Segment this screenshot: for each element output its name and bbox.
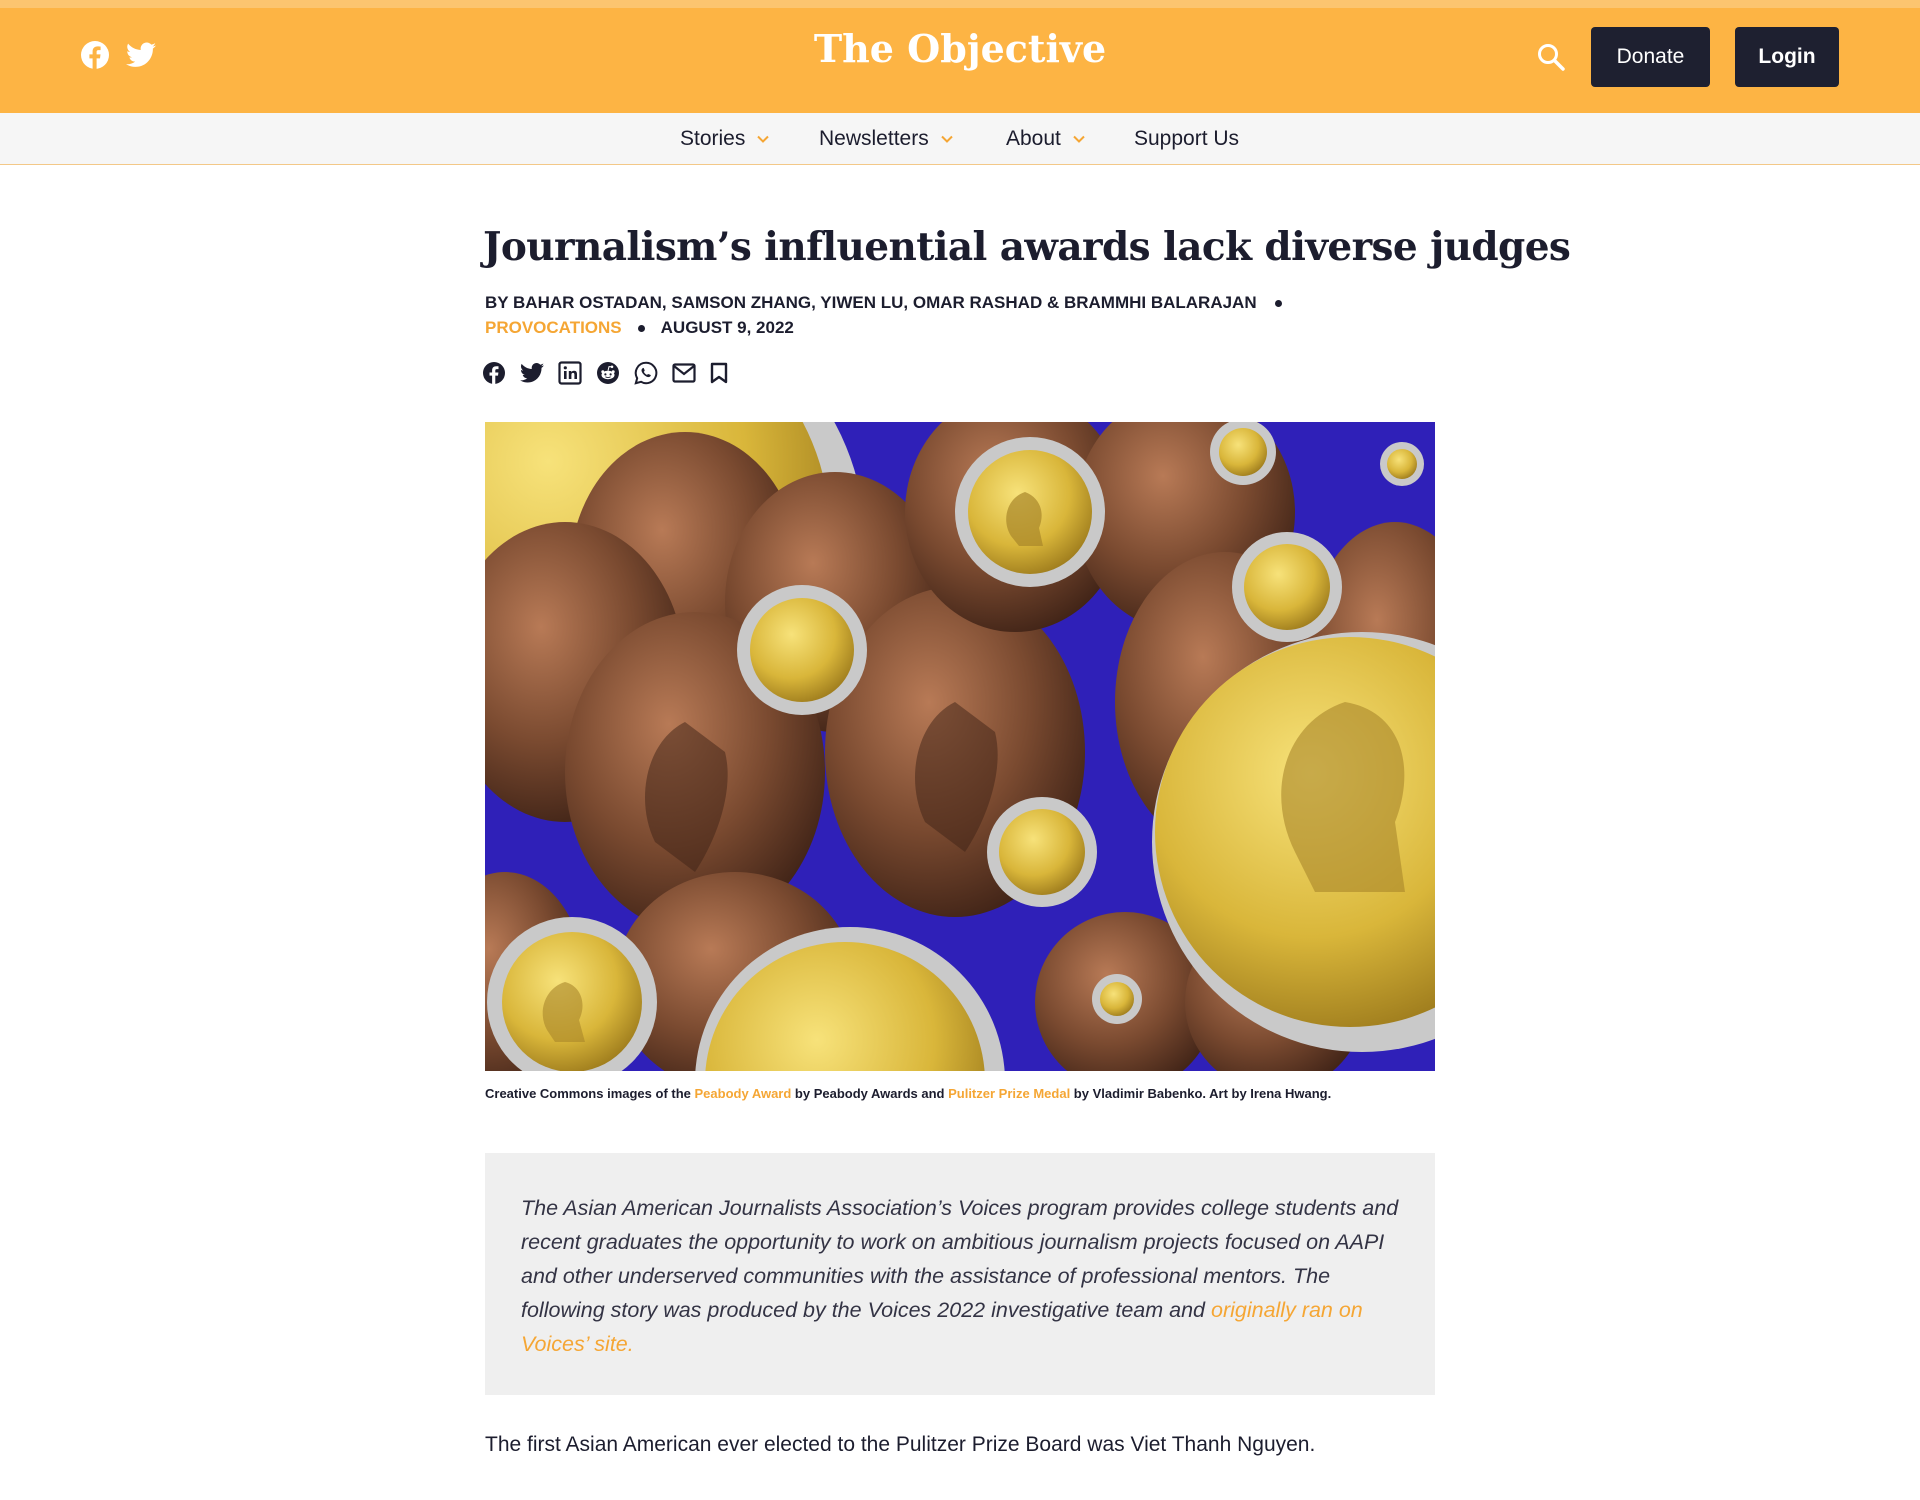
reddit-icon[interactable]	[596, 361, 620, 385]
nav-item-label: Newsletters	[819, 127, 929, 150]
chevron-down-icon	[1073, 135, 1085, 143]
donate-button[interactable]: Donate	[1591, 27, 1710, 87]
main-nav: Stories Newsletters About Support Us	[0, 113, 1920, 165]
byline-authors: BY BAHAR OSTADAN, SAMSON ZHANG, YIWEN LU…	[485, 293, 1257, 312]
facebook-icon[interactable]	[482, 361, 506, 385]
image-caption: Creative Commons images of the Peabody A…	[485, 1086, 1331, 1101]
whatsapp-icon[interactable]	[634, 361, 658, 385]
login-button[interactable]: Login	[1735, 27, 1839, 87]
nav-item-label: About	[1006, 127, 1061, 150]
separator-dot	[1275, 300, 1283, 308]
separator-dot	[637, 324, 645, 332]
nav-item-label: Stories	[680, 127, 746, 150]
article-title: Journalism’s influential awards lack div…	[483, 224, 1571, 270]
article-paragraph: The first Asian American ever elected to…	[485, 1433, 1316, 1456]
share-bar	[482, 361, 728, 385]
caption-text: by Peabody Awards and	[791, 1086, 949, 1101]
linkedin-icon[interactable]	[558, 361, 582, 385]
bookmark-icon[interactable]	[710, 362, 728, 384]
nav-item-newsletters[interactable]: Newsletters	[819, 127, 953, 151]
caption-text: Creative Commons images of the	[485, 1086, 695, 1101]
publish-date: AUGUST 9, 2022	[660, 318, 794, 337]
site-header: The Objective Donate Login	[0, 0, 1920, 113]
email-icon[interactable]	[672, 363, 696, 383]
pulitzer-medal-link[interactable]: Pulitzer Prize Medal	[948, 1086, 1070, 1101]
search-icon[interactable]	[1536, 42, 1568, 74]
article-meta: PROVOCATIONS AUGUST 9, 2022	[485, 318, 794, 338]
nav-item-about[interactable]: About	[1006, 127, 1085, 151]
peabody-award-link[interactable]: Peabody Award	[695, 1086, 792, 1101]
category-link[interactable]: PROVOCATIONS	[485, 318, 622, 338]
twitter-icon[interactable]	[520, 362, 544, 384]
caption-text: by Vladimir Babenko. Art by Irena Hwang.	[1070, 1086, 1332, 1101]
hero-image	[485, 422, 1435, 1071]
intro-callout: The Asian American Journalists Associati…	[485, 1153, 1435, 1395]
article-byline: BY BAHAR OSTADAN, SAMSON ZHANG, YIWEN LU…	[485, 293, 1283, 313]
header-top-stripe	[0, 0, 1920, 8]
nav-item-stories[interactable]: Stories	[680, 127, 770, 151]
intro-text: The Asian American Journalists Associati…	[521, 1191, 1399, 1361]
chevron-down-icon	[757, 135, 770, 143]
nav-item-label: Support Us	[1134, 127, 1240, 150]
chevron-down-icon	[940, 135, 953, 143]
nav-item-support-us[interactable]: Support Us	[1134, 127, 1239, 151]
